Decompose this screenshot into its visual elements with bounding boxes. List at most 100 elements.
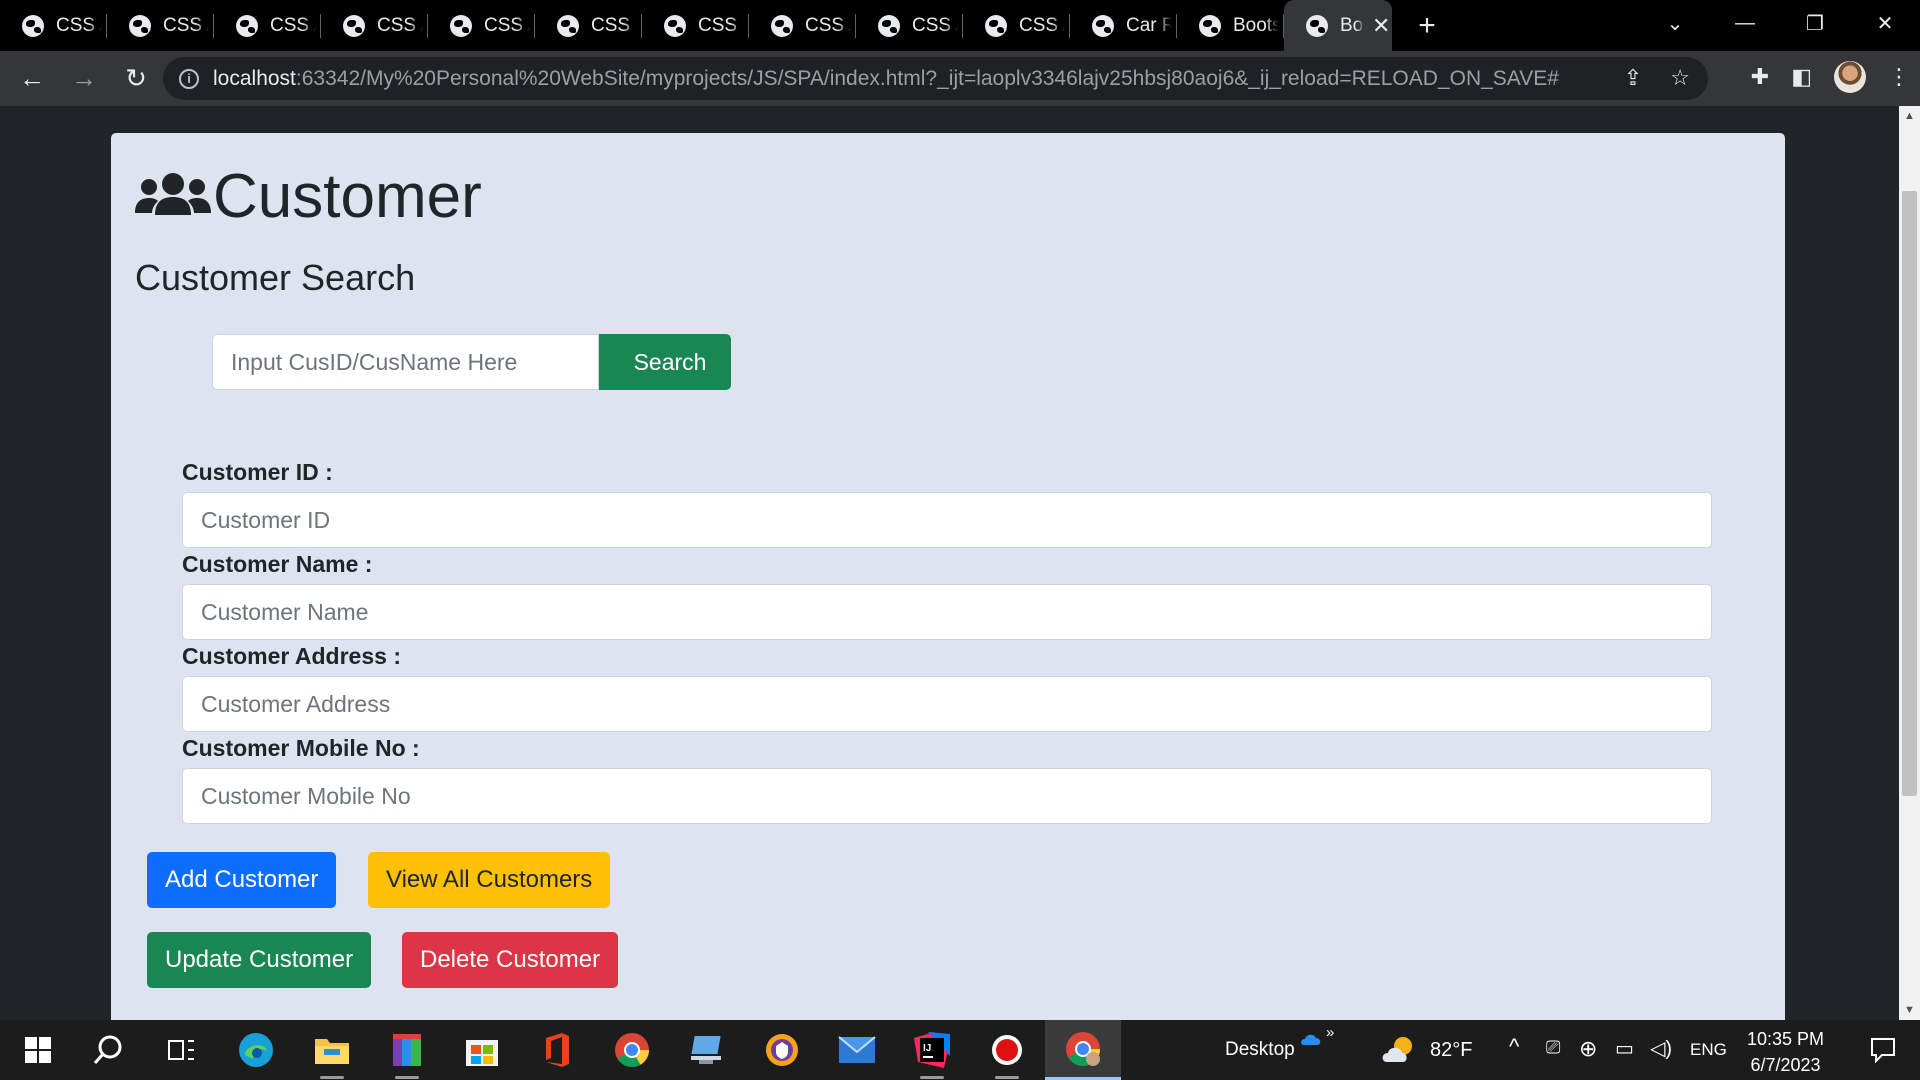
browser-tab[interactable]: CSS A [321,0,428,51]
svg-text:IJ: IJ [923,1043,931,1054]
add-customer-button[interactable]: Add Customer [147,852,337,908]
scrollbar-thumb[interactable] [1902,191,1917,796]
browser-tab[interactable]: CSS A [0,0,107,51]
globe-icon [1092,14,1114,37]
forward-arrow-icon[interactable]: → [64,63,104,94]
volume-icon[interactable]: ◁) [1650,1036,1672,1061]
globe-icon [1199,14,1221,37]
battery-icon[interactable]: ▭ [1615,1036,1634,1061]
site-info-icon[interactable]: i [179,68,199,89]
customer-address-input[interactable] [182,676,1712,732]
browser-tab[interactable]: CSS A [963,0,1070,51]
page-title-text: Customer [213,162,482,231]
globe-icon [664,14,686,37]
weather-temperature[interactable]: 82°F [1430,1039,1472,1062]
new-tab-button[interactable]: + [1412,9,1442,43]
bookmark-star-icon[interactable]: ☆ [1670,65,1690,91]
intellij-icon[interactable]: IJ [894,1020,970,1080]
minimize-icon[interactable]: — [1710,12,1780,35]
close-tab-icon[interactable]: ✕ [1372,13,1390,39]
scroll-up-arrow-icon[interactable]: ▲ [1904,110,1915,122]
browser-tab[interactable]: CSS A [107,0,214,51]
office-icon[interactable] [519,1020,595,1080]
scroll-down-arrow-icon[interactable]: ▼ [1904,1004,1915,1016]
update-customer-button[interactable]: Update Customer [147,932,372,988]
chevron-up-icon[interactable]: ^ [1509,1034,1519,1060]
vpn-icon[interactable] [744,1020,820,1080]
chevron-right-double-icon[interactable]: » [1326,1024,1334,1041]
tab-search-icon[interactable]: ⌄ [1640,11,1710,36]
globe-icon [129,14,151,37]
share-icon[interactable]: ⇪ [1624,65,1642,91]
start-icon[interactable] [0,1020,76,1080]
task-view-icon[interactable] [143,1020,219,1080]
browser-tab-active[interactable]: Bo ✕ [1284,0,1392,51]
customer-name-input[interactable] [182,584,1712,640]
mail-icon[interactable] [819,1020,895,1080]
meet-now-icon[interactable]: ⎚ [1546,1037,1560,1058]
microsoft-store-icon[interactable] [444,1020,520,1080]
browser-tab[interactable]: CSS Tr [535,0,642,51]
globe-icon [343,14,365,37]
browser-tab[interactable]: CSS A [856,0,963,51]
recorder-icon[interactable] [969,1020,1045,1080]
page-viewport: Customer Customer Search Search Customer… [0,106,1899,1020]
profile-avatar[interactable] [1834,61,1866,93]
page-scrollbar[interactable]: ▲ ▼ [1899,106,1920,1020]
search-button[interactable]: Search [599,334,731,390]
input-language[interactable]: ENG [1690,1040,1727,1060]
window-controls: ⌄ — ❐ ✕ [1640,0,1920,46]
users-icon [135,172,211,215]
globe-icon [985,14,1007,37]
customer-mobile-label: Customer Mobile No : [182,735,420,761]
view-all-customers-button[interactable]: View All Customers [368,852,611,908]
url-host: localhost [213,66,296,90]
chrome-icon[interactable] [594,1020,670,1080]
browser-tab[interactable]: CSS A [214,0,321,51]
back-arrow-icon[interactable]: ← [12,63,52,94]
edge-icon[interactable] [218,1020,294,1080]
customer-card: Customer Customer Search Search Customer… [111,133,1785,1020]
chrome-profile-icon[interactable] [1045,1020,1121,1080]
browser-tab[interactable]: CSS A [749,0,856,51]
network-app-icon[interactable] [669,1020,745,1080]
menu-kebab-icon[interactable]: ⋮ [1888,64,1910,90]
customer-mobile-input[interactable] [182,768,1712,824]
weather-icon[interactable] [1381,1032,1421,1073]
extensions-puzzle-icon[interactable]: ✚ [1751,64,1769,90]
customer-id-input[interactable] [182,492,1712,548]
desktop-toolbar-label[interactable]: Desktop [1225,1039,1295,1061]
system-clock[interactable]: 10:35 PM 6/7/2023 [1747,1026,1824,1078]
customer-search-input[interactable] [212,334,599,390]
search-section-title: Customer Search [135,257,416,298]
search-icon[interactable] [70,1020,146,1080]
globe-icon [557,14,579,37]
close-window-icon[interactable]: ✕ [1850,11,1920,36]
globe-icon [878,14,900,37]
customer-id-label: Customer ID : [182,459,333,485]
url-path: :63342/My%20Personal%20WebSite/myproject… [295,66,1559,90]
page-title: Customer [135,161,482,232]
globe-icon [236,14,258,37]
notifications-icon[interactable] [1870,1037,1896,1068]
browser-tab-strip: CSS A CSS A CSS A CSS A CSS A CSS Tr CSS… [0,0,1920,51]
delete-customer-button[interactable]: Delete Customer [402,932,619,988]
reload-icon[interactable]: ↻ [116,63,156,94]
globe-icon [22,14,44,37]
onedrive-icon[interactable] [1300,1032,1322,1051]
globe-icon [771,14,793,37]
network-globe-icon[interactable]: ⊕ [1579,1036,1597,1062]
winrar-icon[interactable] [369,1020,445,1080]
file-explorer-icon[interactable] [294,1020,370,1080]
clock-time: 10:35 PM [1746,1029,1824,1049]
customer-name-label: Customer Name : [182,551,373,577]
browser-tab[interactable]: CSS A [428,0,535,51]
restore-icon[interactable]: ❐ [1780,11,1850,36]
side-panel-icon[interactable]: ◧ [1791,64,1812,90]
browser-tab[interactable]: CSS Tr [642,0,749,51]
address-bar[interactable]: i localhost:63342/My%20Personal%20WebSit… [163,57,1708,100]
browser-tab[interactable]: Boots [1177,0,1284,51]
globe-icon [450,14,472,37]
customer-address-label: Customer Address : [182,643,401,669]
browser-tab[interactable]: Car Re [1070,0,1177,51]
